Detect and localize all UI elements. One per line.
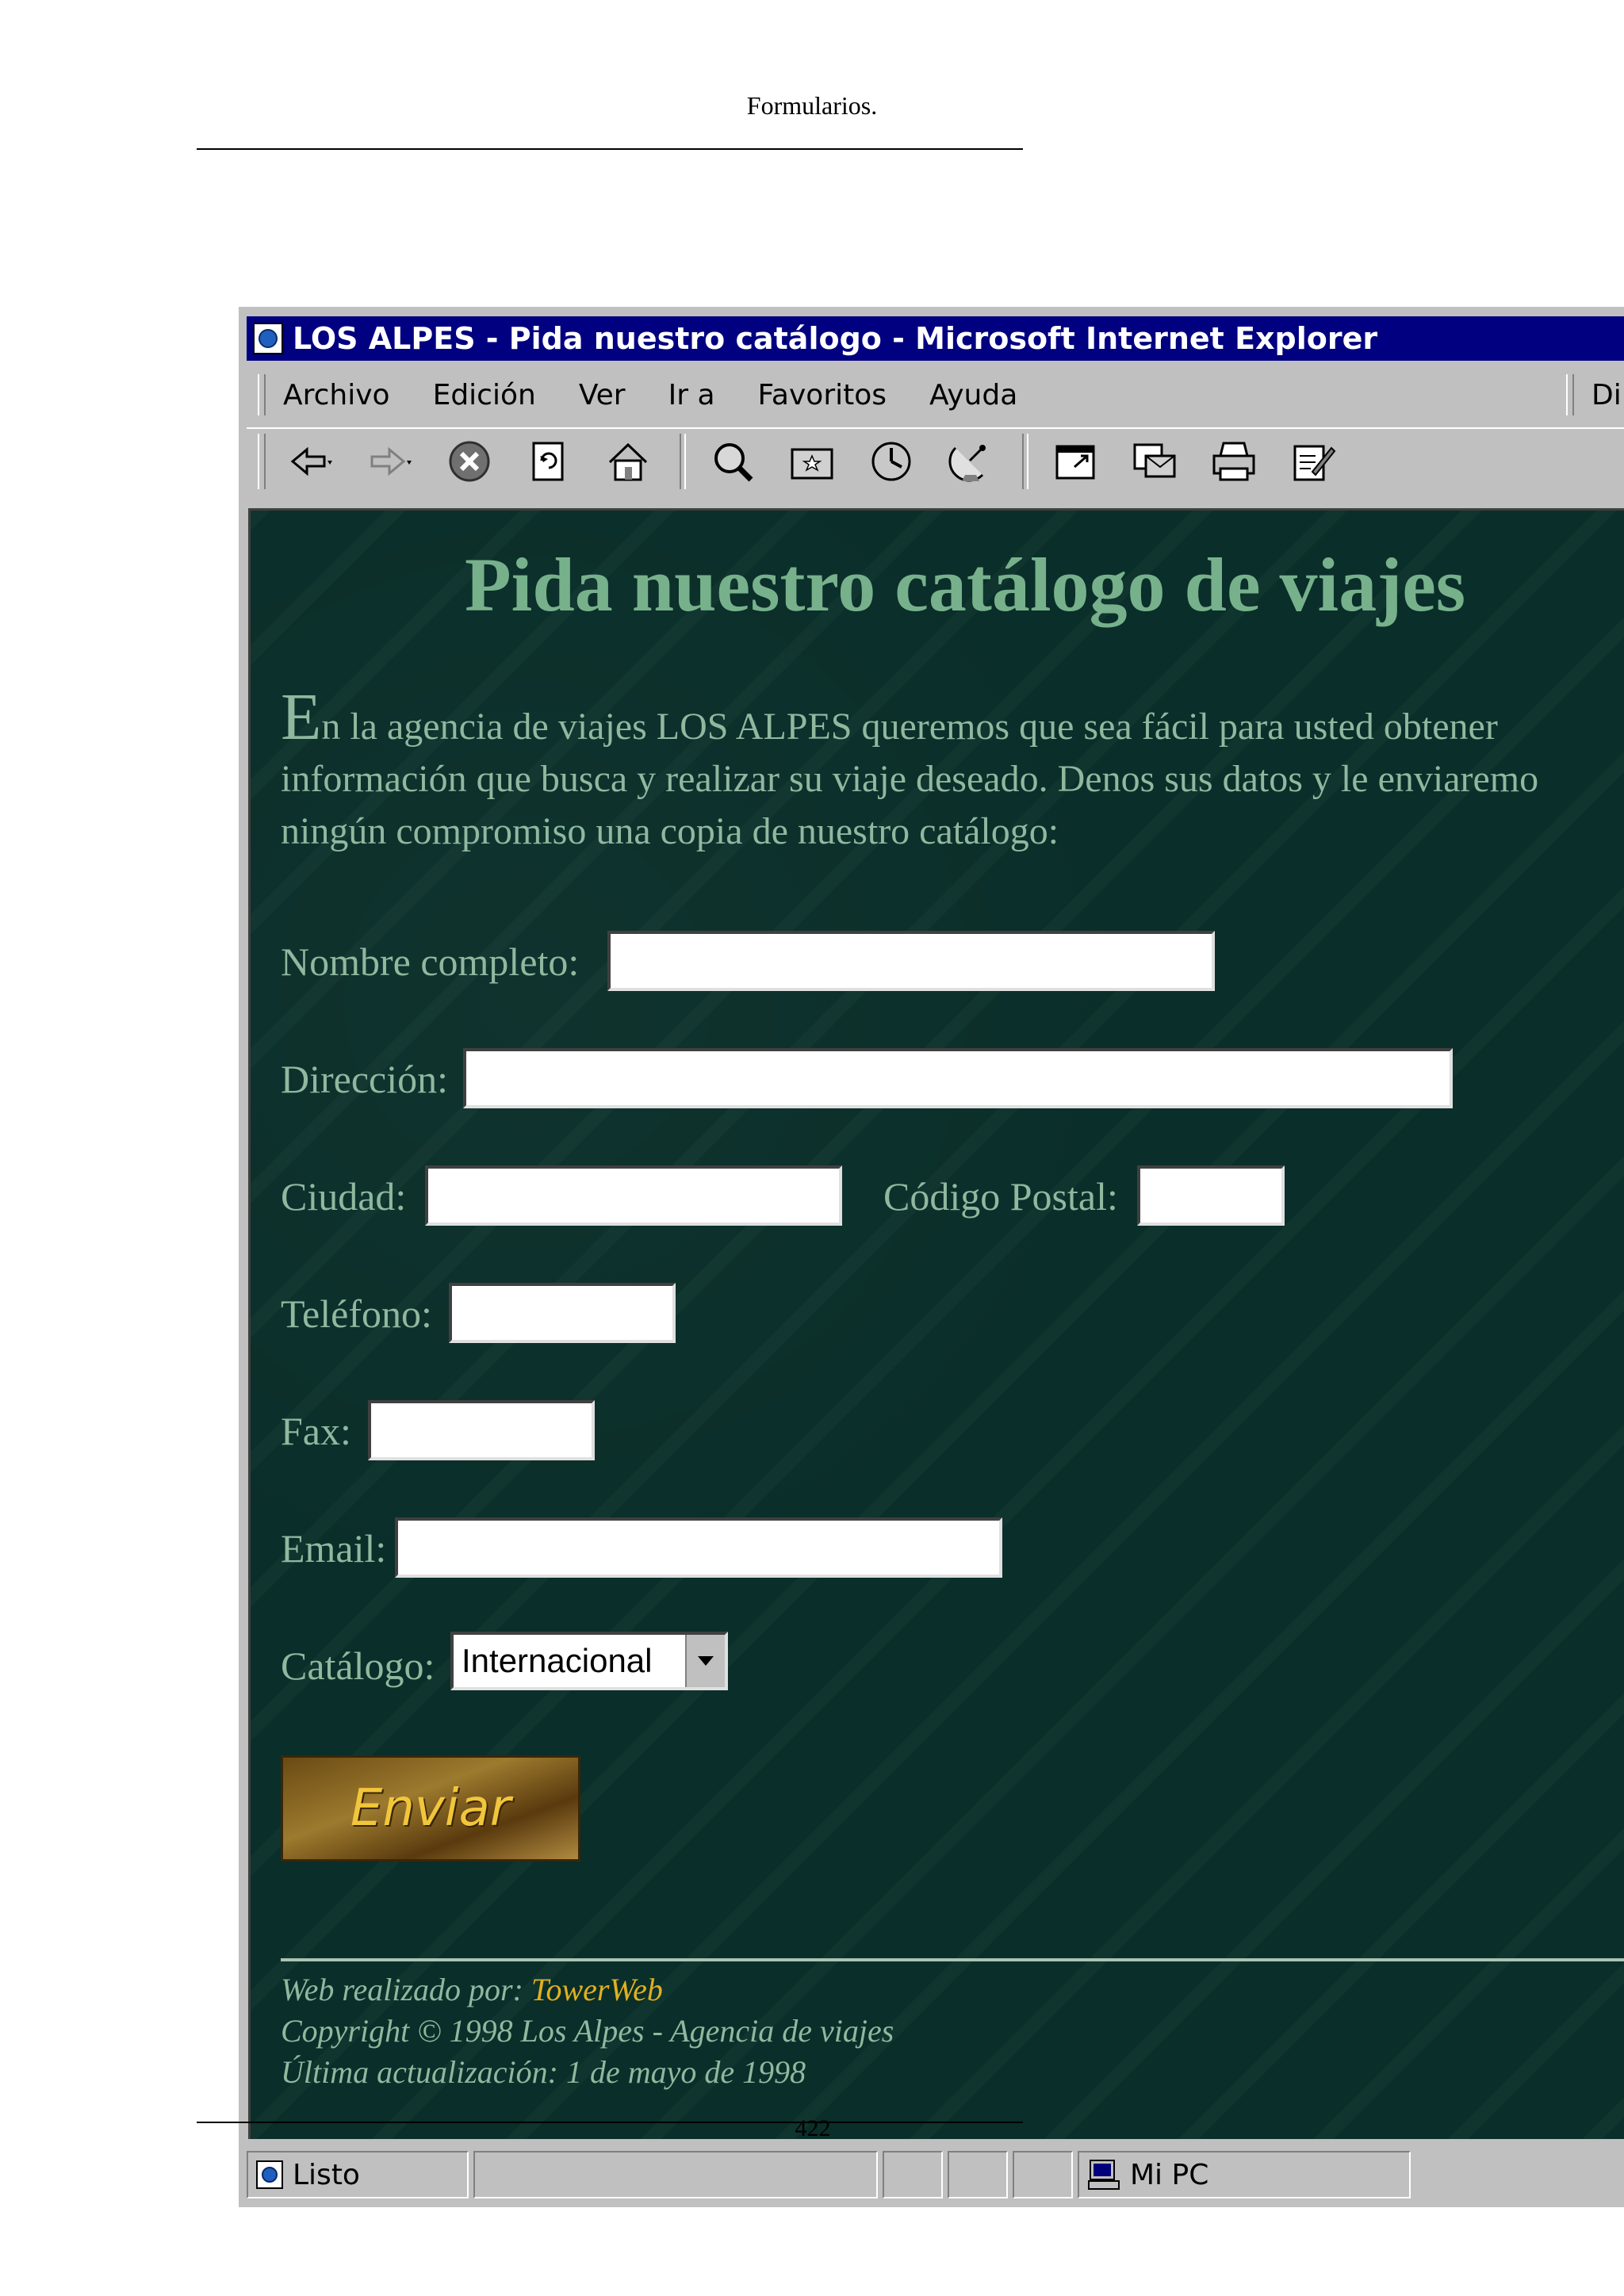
- mail-icon[interactable]: [1127, 434, 1182, 489]
- browser-window: LOS ALPES - Pida nuestro catálogo - Micr…: [236, 304, 1624, 2207]
- address-grip: [1566, 374, 1574, 415]
- back-icon[interactable]: [283, 434, 339, 489]
- menu-edicion[interactable]: Edición: [433, 379, 536, 411]
- toolbar: [247, 427, 1624, 494]
- page-number: 422: [795, 2115, 831, 2141]
- telefono-label: Teléfono:: [281, 1292, 432, 1336]
- intro-line-1: n la agencia de viajes LOS ALPES queremo…: [321, 706, 1498, 748]
- catalogo-selected-value: Internacional: [462, 1642, 653, 1679]
- footer-updated: Última actualización: 1 de mayo de 1998: [281, 2054, 806, 2090]
- intro-paragraph: En la agencia de viajes LOS ALPES querem…: [281, 684, 1624, 858]
- page-icon: [256, 2160, 283, 2189]
- status-text: Listo: [293, 2158, 360, 2191]
- header-rule: [197, 148, 1023, 150]
- document-header: Formularios.: [746, 91, 878, 120]
- fullscreen-icon[interactable]: [1048, 434, 1103, 489]
- status-panel-a: [883, 2151, 943, 2198]
- print-icon[interactable]: [1206, 434, 1262, 489]
- direccion-input[interactable]: [463, 1048, 1453, 1108]
- fax-label: Fax:: [281, 1409, 351, 1453]
- edit-icon[interactable]: [1285, 434, 1341, 489]
- menu-ver[interactable]: Ver: [579, 379, 626, 411]
- status-panel-b: [948, 2151, 1008, 2198]
- toolbar-grip: [258, 434, 266, 489]
- catalogo-select[interactable]: Internacional: [450, 1632, 728, 1690]
- footer-made-by-prefix: Web realizado por:: [281, 1972, 531, 2007]
- page-title: Pida nuestro catálogo de viajes: [465, 542, 1466, 627]
- intro-line-2: información que busca y realizar su viaj…: [281, 758, 1539, 800]
- home-icon[interactable]: [600, 434, 656, 489]
- status-bar: Listo Mi PC: [247, 2147, 1624, 2202]
- window-title: LOS ALPES - Pida nuestro catálogo - Micr…: [293, 321, 1378, 356]
- menu-ayuda[interactable]: Ayuda: [929, 379, 1017, 411]
- status-panel-zone: Mi PC: [1078, 2151, 1411, 2198]
- towerweb-link[interactable]: TowerWeb: [531, 1972, 663, 2007]
- codigo-postal-input[interactable]: [1137, 1165, 1285, 1226]
- toolbar-separator-2: [1022, 434, 1028, 489]
- status-panel-c: [1013, 2151, 1073, 2198]
- intro-line-3: ningún compromiso una copia de nuestro c…: [281, 810, 1059, 852]
- footer-rule: [197, 2122, 1023, 2123]
- ciudad-label: Ciudad:: [281, 1174, 407, 1219]
- favorites-icon[interactable]: [784, 434, 840, 489]
- stop-icon[interactable]: [442, 434, 497, 489]
- address-bar[interactable]: Dire: [1555, 370, 1624, 419]
- channels-icon[interactable]: [943, 434, 998, 489]
- footer-made-by: Web realizado por: TowerWeb: [281, 1971, 663, 2008]
- enviar-button[interactable]: Enviar: [281, 1755, 580, 1862]
- history-icon[interactable]: [864, 434, 919, 489]
- refresh-icon[interactable]: [521, 434, 576, 489]
- toolbar-separator: [680, 434, 686, 489]
- computer-icon: [1087, 2159, 1122, 2191]
- chevron-down-icon[interactable]: [685, 1635, 725, 1687]
- status-panel-main: Listo: [247, 2151, 469, 2198]
- title-bar: LOS ALPES - Pida nuestro catálogo - Micr…: [247, 316, 1624, 361]
- footer-divider: [281, 1958, 1624, 1961]
- nombre-label: Nombre completo:: [281, 939, 580, 984]
- menu-favoritos[interactable]: Favoritos: [758, 379, 887, 411]
- menu-archivo[interactable]: Archivo: [283, 379, 390, 411]
- status-panel-progress: [473, 2151, 878, 2198]
- menu-ir-a[interactable]: Ir a: [668, 379, 715, 411]
- forward-icon[interactable]: [362, 434, 418, 489]
- fax-input[interactable]: [368, 1400, 595, 1460]
- ciudad-input[interactable]: [425, 1165, 842, 1226]
- telefono-input[interactable]: [449, 1283, 676, 1343]
- email-input[interactable]: [395, 1517, 1002, 1578]
- menu-grip: [258, 374, 266, 415]
- codigo-postal-label: Código Postal:: [883, 1174, 1118, 1219]
- nombre-input[interactable]: [607, 931, 1215, 991]
- ie-logo-icon: [253, 323, 283, 354]
- direccion-label: Dirección:: [281, 1057, 449, 1101]
- zone-text: Mi PC: [1130, 2158, 1209, 2191]
- search-icon[interactable]: [705, 434, 760, 489]
- address-label: Dire: [1591, 378, 1624, 411]
- catalogo-label: Catálogo:: [281, 1644, 435, 1688]
- menu-bar: Archivo Edición Ver Ir a Favoritos Ayuda…: [247, 370, 1624, 419]
- intro-dropcap: E: [281, 680, 322, 754]
- footer-copyright: Copyright © 1998 Los Alpes - Agencia de …: [281, 2013, 894, 2049]
- email-label: Email:: [281, 1526, 387, 1571]
- page-content: Pida nuestro catálogo de viajes En la ag…: [248, 508, 1624, 2139]
